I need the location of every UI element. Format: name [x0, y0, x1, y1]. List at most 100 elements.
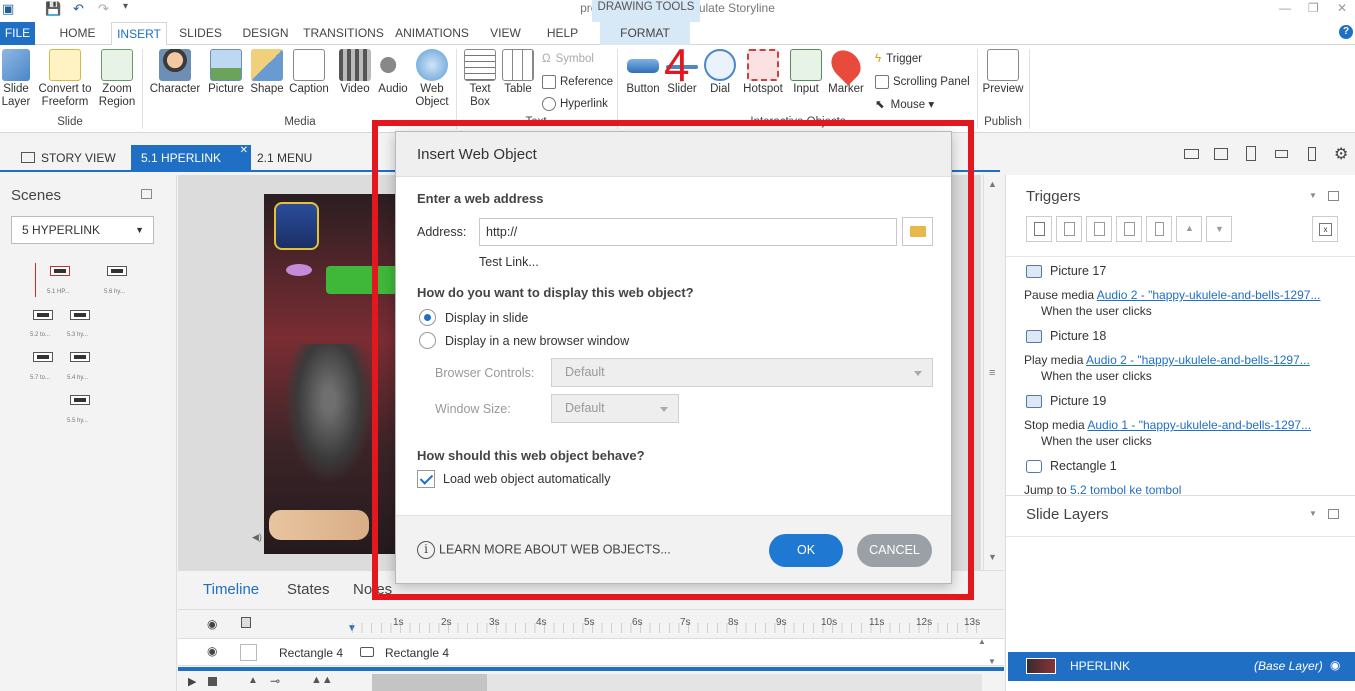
delete-trigger-button[interactable] [1146, 216, 1172, 242]
trigger-object[interactable]: Picture 18 [1026, 329, 1106, 344]
timeline-bar[interactable]: Rectangle 4 [352, 639, 982, 665]
zoom-slider-icon[interactable]: ⊸ [270, 674, 280, 688]
mouse-button[interactable]: ⬉ Mouse ▾ [875, 97, 934, 111]
tab-transitions[interactable]: TRANSITIONS [301, 22, 386, 45]
help-icon[interactable]: ? [1339, 25, 1353, 39]
tab-slides[interactable]: SLIDES [173, 22, 228, 45]
timeline-row[interactable]: ◉ Rectangle 4 Rectangle 4 [178, 638, 1004, 666]
copy-trigger-button[interactable] [1086, 216, 1112, 242]
panel-float-icon[interactable] [1328, 191, 1339, 201]
video-button[interactable]: Video [337, 49, 373, 96]
move-up-button[interactable]: ▲ [1176, 216, 1202, 242]
trigger-condition[interactable]: When the user clicks [1041, 369, 1152, 383]
trigger-object[interactable]: Picture 19 [1026, 394, 1106, 409]
panel-float-icon[interactable] [1328, 509, 1339, 519]
dial-button[interactable]: Dial [701, 49, 739, 96]
phone-landscape-icon[interactable] [1275, 150, 1288, 158]
scroll-up-icon[interactable]: ▲ [978, 637, 986, 646]
desktop-icon[interactable] [1184, 149, 1199, 159]
eye-icon[interactable]: ◉ [207, 617, 217, 631]
trigger-object[interactable]: Rectangle 1 [1026, 459, 1117, 474]
scene-select[interactable]: 5 HYPERLINK ▼ [11, 216, 154, 244]
reference-button[interactable]: Reference [542, 75, 613, 89]
gear-icon[interactable]: ⚙ [1334, 144, 1348, 164]
slide-thumb[interactable] [70, 395, 90, 405]
table-button[interactable]: Table [500, 49, 536, 96]
tab-insert[interactable]: INSERT [111, 22, 167, 46]
edit-trigger-button[interactable] [1056, 216, 1082, 242]
zoom-region-button[interactable]: Zoom Region [96, 49, 138, 109]
tablet-portrait-icon[interactable] [1246, 146, 1256, 161]
trigger-action[interactable]: Pause media Audio 2 - "happy-ukulele-and… [1024, 288, 1320, 302]
slide-thumb[interactable] [33, 310, 53, 320]
trigger-button[interactable]: ϟ Trigger [875, 53, 922, 65]
tab-design[interactable]: DESIGN [237, 22, 294, 45]
trigger-action[interactable]: Stop media Audio 1 - "happy-ukulele-and-… [1024, 418, 1311, 432]
zoom-in-icon[interactable]: ▲▲ [311, 674, 333, 686]
new-trigger-button[interactable] [1026, 216, 1052, 242]
play-icon[interactable]: ▶ [188, 675, 196, 688]
audio-volume-icon[interactable]: ◀) [252, 532, 262, 543]
close-window-icon[interactable]: ✕ [1337, 1, 1347, 15]
timeline-hscrollbar[interactable] [372, 674, 982, 691]
character-button[interactable]: Character [148, 49, 202, 96]
lock-icon[interactable] [241, 617, 251, 628]
marker-button[interactable]: Marker [825, 44, 867, 96]
eye-icon[interactable]: ◉ [1330, 658, 1340, 672]
slide-thumb[interactable] [70, 310, 90, 320]
symbol-button[interactable]: Ω Symbol [542, 53, 594, 65]
trigger-condition[interactable]: When the user clicks [1041, 434, 1152, 448]
tab-slide-menu[interactable]: 2.1 MENU [247, 145, 322, 172]
hyperlink-button[interactable]: Hyperlink [542, 97, 608, 111]
stop-icon[interactable] [208, 677, 217, 686]
tablet-landscape-icon[interactable] [1214, 148, 1228, 160]
web-object-button[interactable]: Web Object [412, 49, 452, 109]
restore-icon[interactable]: ❐ [1308, 1, 1319, 15]
scroll-thumb[interactable] [372, 674, 487, 691]
move-down-button[interactable]: ▼ [1206, 216, 1232, 242]
panel-float-icon[interactable] [141, 189, 152, 199]
tab-home[interactable]: HOME [50, 22, 105, 45]
shape-button[interactable]: Shape [248, 49, 286, 96]
base-layer-row[interactable]: HPERLINK (Base Layer) ◉ [1008, 652, 1355, 681]
input-button[interactable]: Input [788, 49, 824, 96]
trigger-condition[interactable]: When the user clicks [1041, 304, 1152, 318]
slide-thumb[interactable] [107, 266, 127, 276]
scroll-grip-icon[interactable]: ≡ [989, 367, 995, 379]
preview-button[interactable]: Preview [982, 49, 1024, 96]
trigger-target-link[interactable]: Audio 2 - "happy-ukulele-and-bells-1297.… [1097, 288, 1321, 302]
collapse-icon[interactable]: ▼ [1309, 509, 1317, 518]
tab-file[interactable]: FILE [0, 22, 35, 45]
slide-thumb[interactable] [33, 352, 53, 362]
tab-animations[interactable]: ANIMATIONS [393, 22, 471, 45]
trigger-action[interactable]: Play media Audio 2 - "happy-ukulele-and-… [1024, 353, 1310, 367]
text-box-button[interactable]: Text Box [461, 49, 499, 109]
tab-story-view[interactable]: STORY VIEW [11, 145, 126, 172]
trigger-target-link[interactable]: Audio 1 - "happy-ukulele-and-bells-1297.… [1087, 418, 1311, 432]
save-icon[interactable]: 💾 [45, 1, 61, 17]
convert-freeform-button[interactable]: Convert to Freeform [36, 49, 94, 109]
slide-layer-button[interactable]: Slide Layer [0, 49, 32, 109]
scroll-down-icon[interactable]: ▼ [988, 657, 996, 666]
button-button[interactable]: Button [623, 49, 663, 96]
canvas-vertical-scrollbar[interactable]: ▲ ≡ ▼ [983, 175, 1002, 570]
trigger-target-link[interactable]: Audio 2 - "happy-ukulele-and-bells-1297.… [1086, 353, 1310, 367]
trigger-object[interactable]: Picture 17 [1026, 264, 1106, 279]
phone-portrait-icon[interactable] [1308, 147, 1316, 161]
slide-thumb[interactable] [50, 266, 70, 276]
caption-button[interactable]: Caption [287, 49, 331, 96]
hotspot-button[interactable]: Hotspot [740, 49, 786, 96]
minimize-icon[interactable]: — [1279, 1, 1291, 15]
slide-thumb[interactable] [70, 352, 90, 362]
trigger-target-link[interactable]: 5.2 tombol ke tombol [1070, 483, 1181, 495]
audio-button[interactable]: Audio [375, 49, 411, 96]
scroll-down-icon[interactable]: ▼ [988, 552, 997, 562]
tab-slide-hperlink[interactable]: 5.1 HPERLINK ✕ [131, 145, 251, 172]
scrolling-panel-button[interactable]: Scrolling Panel [875, 75, 970, 89]
paste-trigger-button[interactable] [1116, 216, 1142, 242]
variables-button[interactable]: x [1312, 216, 1338, 242]
tab-view[interactable]: VIEW [483, 22, 528, 45]
picture-button[interactable]: Picture [206, 49, 246, 96]
scroll-up-icon[interactable]: ▲ [988, 179, 997, 189]
undo-icon[interactable]: ↶ [73, 1, 84, 17]
